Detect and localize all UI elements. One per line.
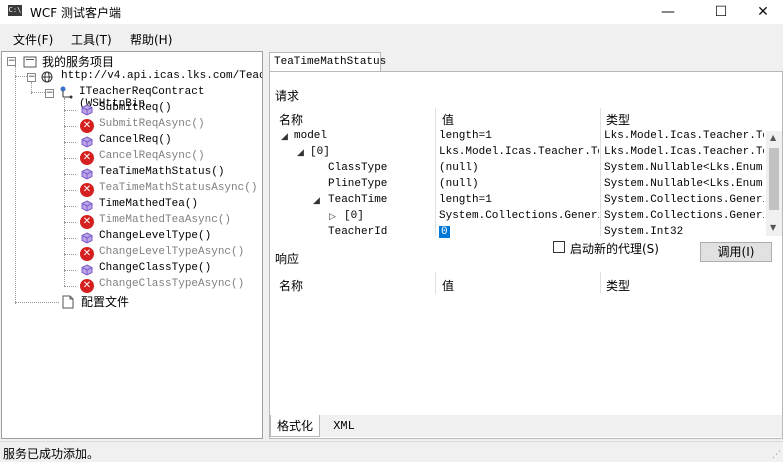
request-row-value[interactable]: length=1	[439, 130, 599, 142]
service-tree[interactable]: − 我的服务项目 − http://v4.api.icas.lks.com/Te…	[1, 51, 263, 439]
method-cube-icon	[81, 232, 93, 244]
tree-operation-label[interactable]: ChangeLevelType()	[99, 230, 211, 242]
tab-xml[interactable]: XML	[324, 415, 364, 437]
menu-bar: 文件(F) 工具(T) 帮助(H)	[0, 28, 783, 48]
response-label: 响应	[275, 252, 300, 266]
bottom-tabs: 格式化 XML	[270, 415, 782, 437]
resize-grip-icon[interactable]: ⋰	[772, 450, 781, 460]
interface-icon	[59, 85, 73, 99]
request-row-value[interactable]: Lks.Model.Icas.Teacher.TeaT	[439, 146, 599, 158]
minimize-button[interactable]: —	[645, 0, 691, 24]
response-header-name[interactable]: 名称	[279, 277, 303, 294]
tab-teatimemathstatus[interactable]: TeaTimeMathStatus	[269, 52, 386, 72]
response-header-value[interactable]: 值	[442, 277, 454, 294]
request-row-type: System.Int32	[604, 226, 684, 238]
tree-operation-label[interactable]: ChangeLevelTypeAsync()	[99, 246, 244, 258]
new-proxy-checkbox[interactable]	[553, 241, 565, 253]
tree-operation-label[interactable]: CancelReqAsync()	[99, 150, 205, 162]
request-row-name: PlineType	[328, 178, 388, 190]
tree-config-label[interactable]: 配置文件	[81, 294, 129, 310]
error-icon: ✕	[80, 247, 94, 261]
request-header-type[interactable]: 类型	[606, 111, 630, 128]
tree-operation-label[interactable]: SubmitReq()	[99, 102, 172, 114]
tree-operation-label[interactable]: SubmitReqAsync()	[99, 118, 205, 130]
method-cube-icon	[81, 264, 93, 276]
status-bar: 服务已成功添加。 ⋰	[0, 441, 783, 462]
contract-collapse-icon[interactable]: −	[45, 89, 54, 98]
request-row-value[interactable]: System.Collections.Generic.	[439, 210, 599, 222]
request-row-name: TeachTime	[328, 194, 388, 206]
request-row-name: [0]	[344, 210, 364, 222]
status-text: 服务已成功添加。	[3, 447, 100, 461]
scroll-up-icon[interactable]: ▲	[770, 133, 776, 142]
maximize-button[interactable]: ☐	[698, 0, 744, 24]
response-header-type[interactable]: 类型	[606, 277, 630, 294]
invoke-button[interactable]: 调用(I)	[700, 242, 772, 262]
request-row-type: System.Nullable<Lks.Enum.Pl	[604, 178, 764, 190]
request-header-value[interactable]: 值	[442, 111, 454, 128]
request-label: 请求	[275, 89, 300, 103]
tree-operation-label[interactable]: TeaTimeMathStatusAsync()	[99, 182, 257, 194]
tree-operation-label[interactable]: CancelReq()	[99, 134, 172, 146]
app-console-icon: C:\	[8, 5, 22, 16]
menu-tools[interactable]: 工具(T)	[71, 31, 112, 48]
method-cube-icon	[81, 168, 93, 180]
error-icon: ✕	[80, 151, 94, 165]
request-row-value[interactable]: length=1	[439, 194, 599, 206]
menu-help[interactable]: 帮助(H)	[130, 31, 172, 48]
tree-root-label[interactable]: 我的服务项目	[42, 54, 114, 70]
folder-icon	[23, 55, 37, 69]
tree-operation-label[interactable]: TimeMathedTea()	[99, 198, 198, 210]
tree-operation-label[interactable]: ChangeClassType()	[99, 262, 211, 274]
error-icon: ✕	[80, 183, 94, 197]
error-icon: ✕	[80, 119, 94, 133]
tab-formatted[interactable]: 格式化	[270, 415, 320, 437]
request-row-name: TeacherId	[328, 226, 388, 238]
globe-icon	[41, 71, 55, 85]
request-row-name: model	[294, 130, 328, 142]
endpoint-collapse-icon[interactable]: −	[27, 73, 36, 82]
scroll-thumb[interactable]	[769, 148, 779, 210]
request-row-name: [0]	[310, 146, 330, 158]
config-file-icon	[62, 295, 76, 309]
tree-operation-label[interactable]: TeaTimeMathStatus()	[99, 166, 224, 178]
tree-operation-label[interactable]: ChangeClassTypeAsync()	[99, 278, 244, 290]
error-icon: ✕	[80, 279, 94, 293]
request-row-expander-icon[interactable]: ▷	[329, 212, 336, 222]
request-row-value[interactable]: 0	[439, 226, 450, 238]
request-row-type: System.Nullable<Lks.Enum.Cl	[604, 162, 764, 174]
tab-title: TeaTimeMathStatus	[274, 56, 387, 68]
method-cube-icon	[81, 200, 93, 212]
request-row-value[interactable]: (null)	[439, 162, 599, 174]
request-row-expander-icon[interactable]: ◢	[281, 132, 288, 142]
menu-file[interactable]: 文件(F)	[13, 31, 53, 48]
request-row-expander-icon[interactable]: ◢	[313, 196, 320, 206]
method-cube-icon	[81, 104, 93, 116]
method-cube-icon	[81, 136, 93, 148]
request-row-value[interactable]: (null)	[439, 178, 599, 190]
new-proxy-label[interactable]: 启动新的代理(S)	[570, 240, 659, 257]
window-title: WCF 测试客户端	[30, 6, 121, 20]
close-button[interactable]: ✕	[740, 0, 783, 24]
request-row-name: ClassType	[328, 162, 388, 174]
title-bar: C:\ WCF 测试客户端 — ☐ ✕	[0, 0, 783, 24]
request-row-type: System.Collections.Generic.	[604, 210, 764, 222]
request-row-type: System.Collections.Generic.	[604, 194, 764, 206]
response-grid	[273, 272, 781, 412]
tree-operation-label[interactable]: TimeMathedTeaAsync()	[99, 214, 231, 226]
scroll-down-icon[interactable]: ▼	[770, 223, 776, 232]
tree-endpoint-label[interactable]: http://v4.api.icas.lks.com/Teache	[61, 70, 262, 82]
root-collapse-icon[interactable]: −	[7, 57, 16, 66]
request-row-type: Lks.Model.Icas.Teacher.TeaT	[604, 146, 764, 158]
error-icon: ✕	[80, 215, 94, 229]
request-header-name[interactable]: 名称	[279, 111, 303, 128]
request-row-type: Lks.Model.Icas.Teacher.TeaT	[604, 130, 764, 142]
request-row-expander-icon[interactable]: ◢	[297, 148, 304, 158]
